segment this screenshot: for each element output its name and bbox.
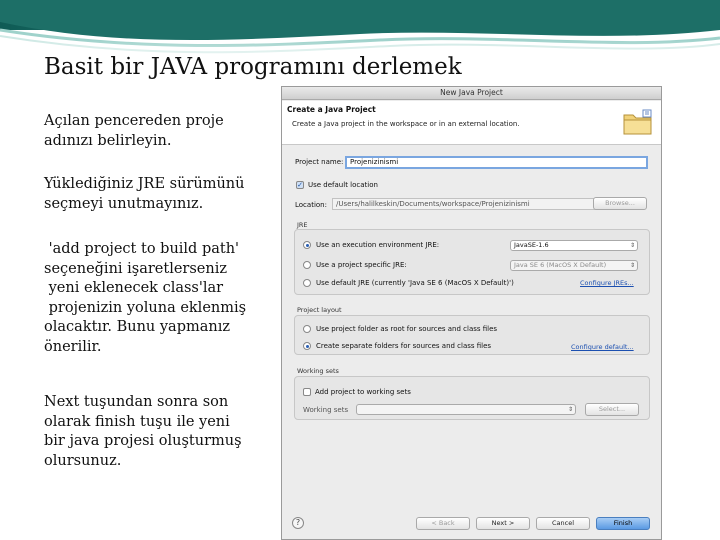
slide-title: Basit bir JAVA programını derlemek	[44, 54, 462, 80]
wizard-description: Create a Java project in the workspace o…	[292, 120, 520, 128]
jre-project-specific-radio[interactable]	[303, 261, 311, 269]
project-name-input[interactable]: Projenizinismi	[345, 156, 648, 169]
project-name-label: Project name:	[295, 158, 344, 166]
jre-project-specific-label: Use a project specific JRE:	[316, 261, 407, 269]
wizard-header: Create a Java Project Create a Java proj…	[282, 101, 661, 145]
add-to-working-sets-label: Add project to working sets	[315, 388, 411, 396]
instruction-paragraph-1: Açılan pencereden proje adınızı belirley…	[44, 112, 276, 151]
select-arrows-icon: ⇕	[629, 262, 635, 269]
text-line: Yüklediğiniz JRE sürümünü	[44, 176, 245, 192]
help-icon[interactable]: ?	[292, 517, 304, 529]
jre-default-label: Use default JRE (currently 'Java SE 6 (M…	[316, 279, 514, 287]
use-default-location-checkbox[interactable]: ✓	[296, 181, 304, 189]
working-sets-group-label: Working sets	[297, 367, 339, 375]
select-arrows-icon: ⇕	[629, 242, 635, 249]
layout-root-radio[interactable]	[303, 325, 311, 333]
text-line: olarak finish tuşu ile yeni	[44, 413, 230, 430]
configure-default-link[interactable]: Configure default...	[571, 343, 634, 351]
browse-button[interactable]: Browse...	[593, 197, 647, 210]
text-line: Açılan pencereden proje	[44, 113, 224, 129]
text-line: projenizin yoluna eklenmiş	[44, 299, 247, 316]
instruction-paragraph-2: Yüklediğiniz JRE sürümünü seçmeyi unutma…	[44, 175, 276, 214]
select-working-sets-button[interactable]: Select...	[585, 403, 639, 416]
window-title: New Java Project	[440, 88, 503, 97]
new-java-project-dialog: New Java Project Create a Java Project C…	[281, 86, 662, 540]
add-to-working-sets-checkbox[interactable]	[303, 388, 311, 396]
project-jre-select[interactable]: Java SE 6 (MacOS X Default) ⇕	[510, 260, 638, 271]
configure-jres-link[interactable]: Configure JREs...	[580, 279, 634, 287]
text-line: olacaktır. Bunu yapmanız	[44, 319, 230, 335]
finish-button[interactable]: Finish	[596, 517, 650, 530]
use-default-location-label: Use default location	[308, 181, 378, 189]
jre-exec-env-label: Use an execution environment JRE:	[316, 241, 440, 249]
back-button[interactable]: < Back	[416, 517, 470, 530]
folder-icon	[623, 109, 652, 135]
layout-root-label: Use project folder as root for sources a…	[316, 325, 498, 333]
location-input[interactable]: /Users/halilkeskin/Documents/workspace/P…	[332, 198, 614, 210]
jre-default-radio[interactable]	[303, 279, 311, 287]
instruction-paragraph-4: Next tuşundan sonra son olarak finish tu…	[44, 393, 276, 471]
next-button[interactable]: Next >	[476, 517, 530, 530]
wizard-title: Create a Java Project	[287, 105, 376, 114]
cancel-button[interactable]: Cancel	[536, 517, 590, 530]
text-line: seçmeyi unutmayınız.	[44, 195, 204, 212]
instruction-paragraph-3: 'add project to build path' seçeneğini i…	[44, 240, 276, 357]
exec-env-select[interactable]: JavaSE-1.6 ⇕	[510, 240, 638, 251]
window-titlebar[interactable]: New Java Project	[282, 87, 661, 100]
jre-exec-env-radio[interactable]	[303, 241, 311, 249]
layout-separate-label: Create separate folders for sources and …	[316, 342, 492, 350]
location-label: Location:	[295, 201, 327, 209]
text-line: seçeneğini işaretlerseniz	[44, 260, 227, 277]
working-sets-select[interactable]: ⇕	[356, 404, 576, 415]
select-arrows-icon: ⇕	[567, 406, 573, 413]
working-sets-label: Working sets	[303, 406, 349, 414]
project-layout-group-label: Project layout	[297, 306, 342, 314]
text-line: olursunuz.	[44, 452, 122, 469]
text-line: 'add project to build path'	[44, 241, 240, 257]
text-line: adınızı belirleyin.	[44, 132, 172, 149]
text-line: önerilir.	[44, 338, 102, 355]
text-line: bir java projesi oluşturmuş	[44, 433, 242, 449]
project-jre-value: Java SE 6 (MacOS X Default)	[514, 261, 607, 269]
layout-separate-radio[interactable]	[303, 342, 311, 350]
jre-group-label: JRE	[297, 221, 308, 229]
text-line: Next tuşundan sonra son	[44, 394, 229, 410]
exec-env-value: JavaSE-1.6	[514, 241, 549, 249]
text-line: yeni eklenecek class'lar	[44, 280, 224, 296]
